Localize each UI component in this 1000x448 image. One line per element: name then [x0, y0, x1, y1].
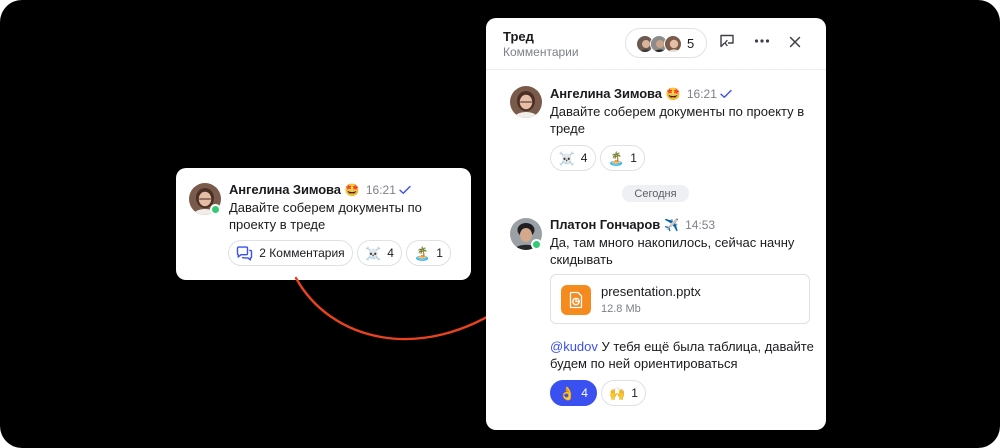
- date-separator: Сегодня: [622, 185, 689, 202]
- reaction-count: 4: [580, 151, 588, 165]
- close-icon[interactable]: [789, 36, 801, 48]
- panel-subtitle: Комментарии: [503, 45, 579, 59]
- author-name[interactable]: Платон Гончаров: [550, 217, 660, 232]
- reaction-count: 1: [631, 386, 638, 400]
- message-text-line: треде: [550, 121, 585, 136]
- message-time: 14:53: [685, 217, 716, 232]
- user-mention-link[interactable]: @kudov: [550, 339, 598, 354]
- message-text-line: Давайте соберем документы по проекту в: [550, 104, 805, 119]
- members-button[interactable]: 5: [625, 28, 707, 58]
- status-emoji: ✈️: [664, 217, 680, 232]
- members-count: 5: [687, 36, 695, 51]
- panel-divider: [486, 69, 826, 70]
- file-attachment[interactable]: presentation.pptx 12.8 Mb: [550, 274, 810, 324]
- author-name[interactable]: Ангелина Зимова: [550, 86, 662, 101]
- avatar[interactable]: [510, 86, 542, 118]
- island-emoji-icon: 🏝️: [608, 150, 625, 166]
- stage: Ангелина Зимова 🤩 16:21 Давайте соберем …: [0, 0, 1000, 448]
- message-header: Платон Гончаров ✈️ 14:53: [550, 217, 715, 232]
- message-text-fragment: У тебя ещё была таблица, давайте: [597, 339, 814, 354]
- member-avatar: [664, 35, 682, 53]
- message-text-line: Да, там много накопилось, сейчас начну: [550, 235, 795, 250]
- presentation-file-icon: [561, 285, 591, 315]
- message-text: Да, там много накопилось, сейчас начну с…: [550, 234, 794, 268]
- message-text-line: @kudov У тебя ещё была таблица, давайте: [550, 338, 814, 355]
- reaction-chip[interactable]: 🙌 1: [601, 380, 646, 406]
- message-text: Давайте соберем документы по проекту в т…: [550, 103, 804, 137]
- message-text-line: будем по ней ориентироваться: [550, 356, 738, 371]
- skull-emoji-icon: ☠️: [558, 150, 575, 166]
- reaction-chip[interactable]: ☠️ 4: [550, 145, 596, 171]
- panel-title: Тред: [503, 29, 534, 44]
- check-icon: [720, 89, 732, 99]
- reaction-chip-active[interactable]: 👌 4: [550, 380, 597, 406]
- ok-hand-emoji-icon: 👌: [559, 385, 576, 401]
- reaction-count: 4: [581, 386, 588, 400]
- file-name: presentation.pptx: [601, 284, 701, 299]
- file-size: 12.8 Mb: [601, 303, 641, 315]
- reaction-chip[interactable]: 🏝️ 1: [600, 145, 645, 171]
- message-header: Ангелина Зимова 🤩 16:21: [550, 86, 732, 101]
- message-text: @kudov У тебя ещё была таблица, давайте …: [550, 338, 814, 372]
- online-status-dot: [531, 239, 542, 250]
- message-text-line: скидывать: [550, 252, 613, 267]
- thread-panel: Тред Комментарии 5 Ангелина Зимова 🤩 16:…: [486, 18, 826, 430]
- more-horizontal-icon[interactable]: [754, 35, 770, 47]
- raised-hands-emoji-icon: 🙌: [609, 385, 626, 401]
- message-time: 16:21: [686, 86, 717, 101]
- status-emoji: 🤩: [665, 86, 681, 101]
- reaction-count: 1: [630, 151, 637, 165]
- open-in-chat-icon[interactable]: [719, 33, 735, 49]
